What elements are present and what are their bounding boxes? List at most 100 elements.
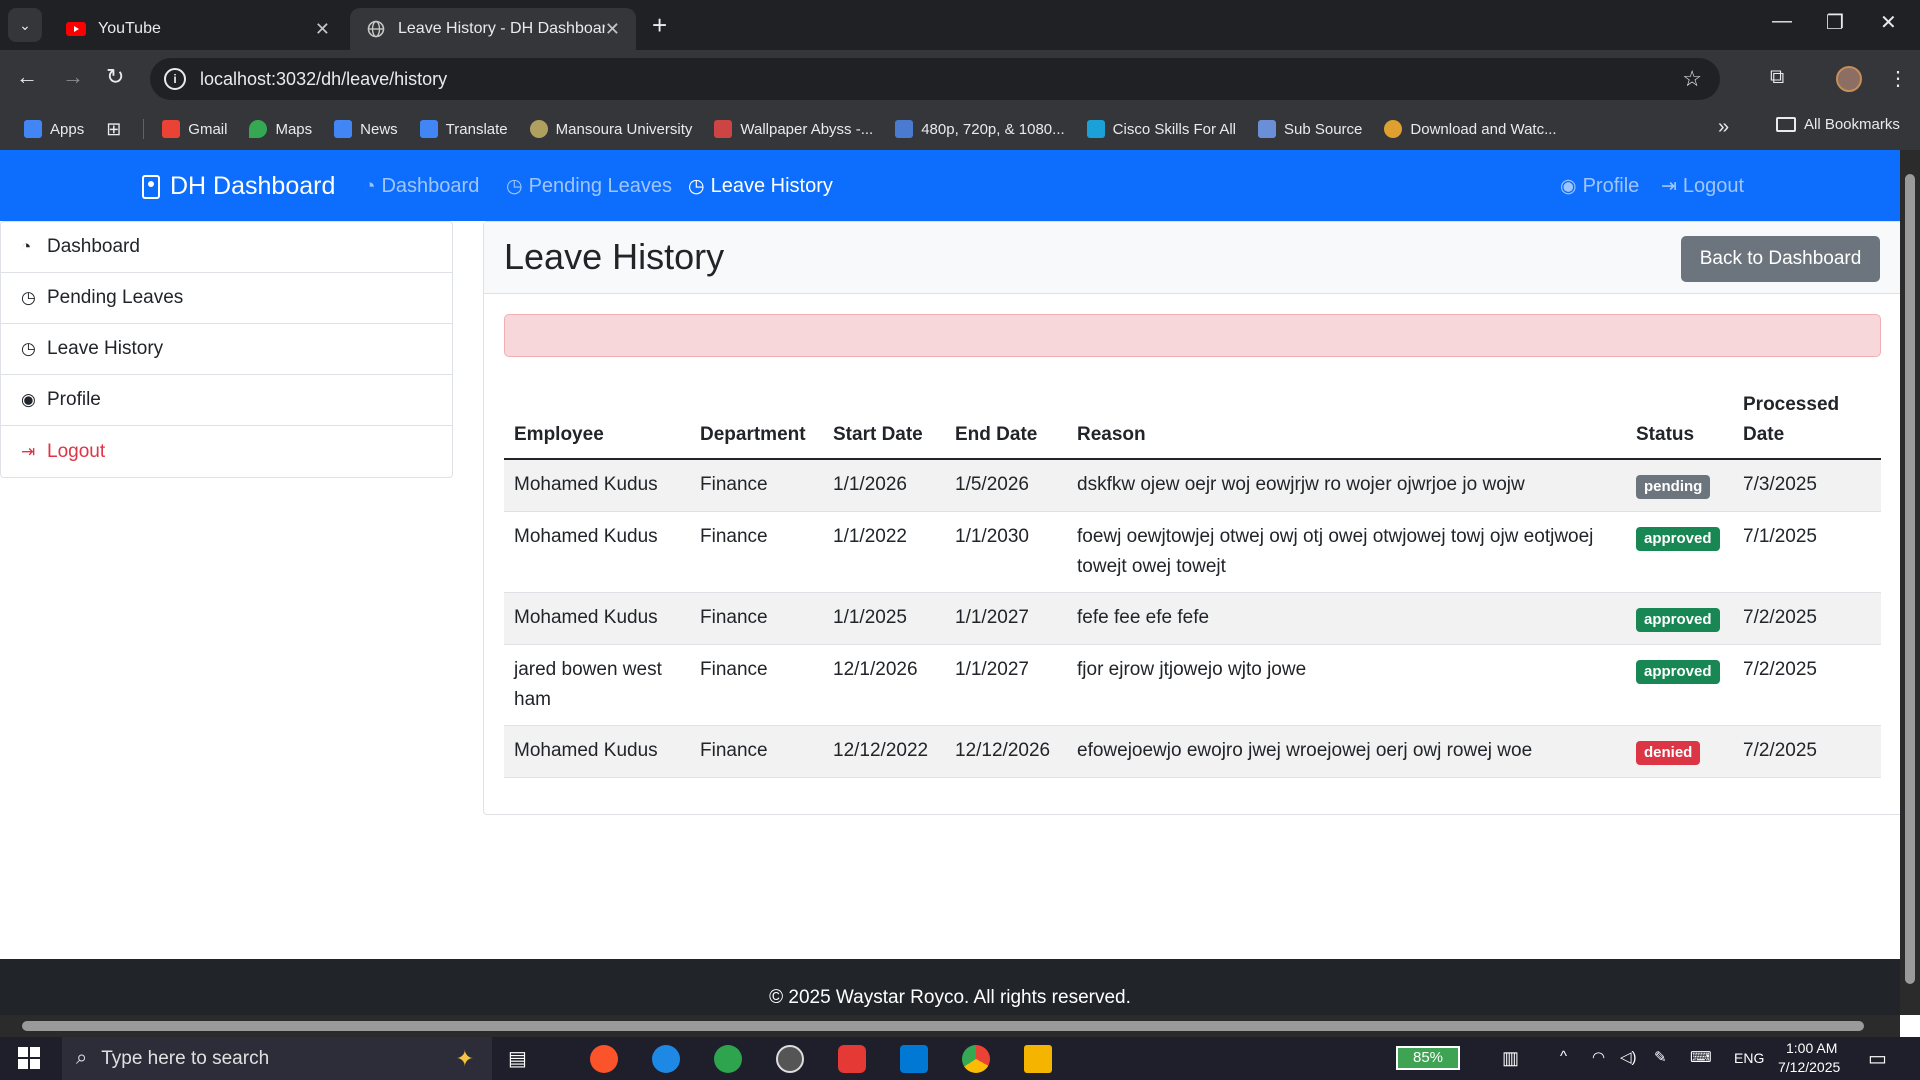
avatar[interactable] xyxy=(1836,66,1862,92)
close-icon[interactable]: ✕ xyxy=(315,19,330,40)
taskbar-search-field[interactable]: ⌕ Type here to search ✦ xyxy=(62,1037,492,1080)
media-player-icon[interactable] xyxy=(776,1045,804,1073)
bookmark-gmail[interactable]: Gmail xyxy=(162,120,227,138)
cell-status: approved xyxy=(1626,644,1733,726)
chevron-up-icon[interactable]: ^ xyxy=(1560,1048,1567,1065)
cell-processed-date: 7/3/2025 xyxy=(1733,459,1881,512)
wifi-icon[interactable]: ◠ xyxy=(1592,1048,1605,1066)
brave-icon[interactable] xyxy=(590,1045,618,1073)
url-field[interactable]: i localhost:3032/dh/leave/history ☆ xyxy=(150,58,1720,100)
horizontal-scrollbar[interactable] xyxy=(0,1015,1900,1037)
back-to-dashboard-button[interactable]: Back to Dashboard xyxy=(1681,236,1880,282)
cell-reason: efowejoewjo ewojro jwej wroejowej oerj o… xyxy=(1067,725,1626,778)
bookmark-translate[interactable]: Translate xyxy=(419,120,508,138)
bookmark-news[interactable]: News xyxy=(334,120,398,138)
close-icon[interactable]: ✕ xyxy=(605,19,620,40)
bookmark-grid[interactable]: ⊞ xyxy=(106,119,121,140)
cell-reason: foewj oewjtowjej otwej owj otj owej otwj… xyxy=(1067,511,1626,593)
address-bar-row: ← → ↻ i localhost:3032/dh/leave/history … xyxy=(0,50,1920,108)
task-view-icon[interactable]: ▤ xyxy=(508,1046,527,1071)
bookmark-video[interactable]: 480p, 720p, & 1080... xyxy=(895,120,1065,138)
col-department: Department xyxy=(690,382,823,460)
table-row: Mohamed Kudus Finance 12/12/2022 12/12/2… xyxy=(504,725,1881,778)
nav-profile[interactable]: ◉ Profile xyxy=(1560,175,1639,198)
pen-icon[interactable]: ✎ xyxy=(1654,1048,1667,1066)
browser-tab-bar: ⌄ YouTube ✕ Leave History - DH Dashboard… xyxy=(0,0,1920,50)
new-tab-icon[interactable]: + xyxy=(652,10,667,41)
table-row: Mohamed Kudus Finance 1/1/2026 1/5/2026 … xyxy=(504,459,1881,512)
chevron-double-right-icon[interactable]: » xyxy=(1718,116,1729,139)
url-text[interactable]: localhost:3032/dh/leave/history xyxy=(200,69,447,90)
battery-indicator[interactable]: 85% xyxy=(1396,1046,1460,1070)
scrollbar-thumb[interactable] xyxy=(22,1021,1864,1031)
extensions-icon[interactable]: ⧉ xyxy=(1770,66,1784,89)
clock-date[interactable]: 7/12/2025 xyxy=(1778,1059,1840,1075)
bookmark-star-icon[interactable]: ☆ xyxy=(1682,66,1702,92)
cell-end-date: 1/1/2027 xyxy=(945,644,1067,726)
volume-icon[interactable]: ◁) xyxy=(1620,1048,1637,1066)
site-info-icon[interactable]: i xyxy=(164,68,186,90)
vscode-icon[interactable] xyxy=(900,1045,928,1073)
minimize-icon[interactable]: — xyxy=(1772,10,1792,33)
sidebar-item-dashboard[interactable]: ◔ Dashboard xyxy=(1,222,452,273)
sidebar-item-profile[interactable]: ◉ Profile xyxy=(1,375,452,426)
clock-time[interactable]: 1:00 AM xyxy=(1786,1040,1837,1056)
clock-icon: ◷ xyxy=(506,176,523,197)
bookmark-maps[interactable]: Maps xyxy=(249,120,312,138)
bookmark-download[interactable]: Download and Watc... xyxy=(1384,120,1557,138)
reload-icon[interactable]: ↻ xyxy=(106,64,124,90)
windows-start-icon[interactable] xyxy=(18,1047,40,1069)
tab-leave-history[interactable]: Leave History - DH Dashboard ✕ xyxy=(350,8,636,50)
tab-youtube[interactable]: YouTube ✕ xyxy=(50,8,346,50)
maps-icon xyxy=(249,120,268,138)
node-icon[interactable] xyxy=(714,1045,742,1073)
keyboard-icon[interactable]: ⌨ xyxy=(1690,1048,1712,1066)
sidebar-item-leave-history[interactable]: ◷ Leave History xyxy=(1,324,452,375)
nav-logout[interactable]: ⇥ Logout xyxy=(1661,175,1744,198)
status-badge: approved xyxy=(1636,608,1720,632)
id-badge-icon xyxy=(142,174,160,199)
col-processed-date: Processed Date xyxy=(1733,382,1881,460)
bookmark-apps[interactable]: Apps xyxy=(24,120,84,138)
cell-status: approved xyxy=(1626,511,1733,593)
notification-icon[interactable]: ▭ xyxy=(1868,1046,1887,1071)
vertical-scrollbar[interactable] xyxy=(1900,150,1920,1015)
all-bookmarks-button[interactable]: All Bookmarks xyxy=(1776,116,1900,133)
nav-dashboard[interactable]: ◔ Dashboard xyxy=(364,175,479,198)
cell-end-date: 1/5/2026 xyxy=(945,459,1067,512)
tab-search-button[interactable]: ⌄ xyxy=(8,8,42,42)
sidebar-item-pending-leaves[interactable]: ◷ Pending Leaves xyxy=(1,273,452,324)
window-close-icon[interactable]: ✕ xyxy=(1880,10,1897,35)
nav-leave-history[interactable]: ◷ Leave History xyxy=(688,175,833,198)
language-indicator[interactable]: ENG xyxy=(1734,1050,1764,1066)
nav-pending-leaves[interactable]: ◷ Pending Leaves xyxy=(506,175,672,198)
restore-icon[interactable]: ❐ xyxy=(1826,10,1844,35)
table-row: Mohamed Kudus Finance 1/1/2025 1/1/2027 … xyxy=(504,592,1881,645)
scrollbar-thumb[interactable] xyxy=(1905,174,1915,984)
grid-icon: ⊞ xyxy=(106,118,122,139)
edge-icon[interactable] xyxy=(652,1045,680,1073)
clock-history-icon: ◷ xyxy=(688,176,705,197)
person-circle-icon: ◉ xyxy=(21,390,36,409)
status-badge: approved xyxy=(1636,660,1720,684)
forward-icon[interactable]: → xyxy=(62,64,84,90)
menu-icon[interactable]: ⋮ xyxy=(1888,66,1908,91)
bookmark-wallpaper[interactable]: Wallpaper Abyss -... xyxy=(714,120,873,138)
file-explorer-icon[interactable] xyxy=(1024,1045,1052,1073)
back-icon[interactable]: ← xyxy=(16,64,38,90)
bookmark-mansoura[interactable]: Mansoura University xyxy=(529,120,692,138)
bookmark-subsource[interactable]: Sub Source xyxy=(1258,120,1362,138)
cell-start-date: 1/1/2026 xyxy=(823,459,945,512)
app-icon[interactable] xyxy=(838,1045,866,1073)
bookmark-separator xyxy=(143,119,145,139)
sparkle-icon: ✦ xyxy=(455,1045,474,1071)
clock-history-icon: ◷ xyxy=(21,339,36,358)
chrome-icon[interactable] xyxy=(962,1045,990,1073)
subsource-icon xyxy=(1258,120,1277,138)
bookmark-cisco[interactable]: Cisco Skills For All xyxy=(1086,120,1236,138)
navbar-brand[interactable]: DH Dashboard xyxy=(142,172,335,201)
cell-department: Finance xyxy=(690,511,823,593)
col-end-date: End Date xyxy=(945,382,1067,460)
news-widget-icon[interactable]: ▥ xyxy=(1502,1048,1519,1069)
sidebar-item-logout[interactable]: ⇥ Logout xyxy=(1,426,452,477)
